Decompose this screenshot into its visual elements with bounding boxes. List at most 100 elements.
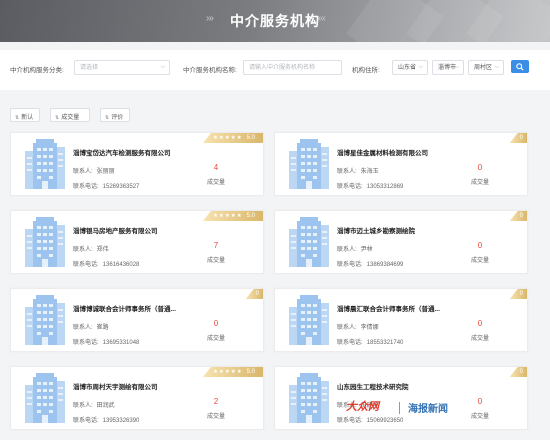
deals-count: 0 [477,397,483,406]
contact-label: 联系人: [73,403,93,409]
name-search-input[interactable]: 请输入中介服务机构名称 [243,60,342,75]
deals-count: 0 [477,241,483,250]
contact-row: 联系人: 李倩娜 [337,322,379,331]
contact-label: 联系人: [73,169,93,175]
phone-value: 13616436028 [102,262,140,268]
contact-row: 联系人: 郑伟 [73,244,109,253]
contact-value: 李倩娜 [360,325,379,331]
sort-deals-button[interactable]: ⇅ 成交量 [50,108,90,122]
phone-label: 联系电话: [337,184,363,190]
deals-count: 0 [213,319,219,328]
contact-row: 联系人: 田润武 [73,400,115,409]
building-icon [25,373,65,423]
agency-name[interactable]: 淄博宝岱达汽车检测服务有限公司 [73,147,171,157]
contact-row: 联系人: 崔路 [73,322,109,331]
phone-label: 联系电话: [73,418,99,424]
contact-row: 联系人: 张丽丽 [73,166,115,175]
contact-value: 郑伟 [96,247,109,253]
phone-row: 联系电话: 13869384699 [337,259,403,268]
contact-row: 联系人: 朱海玉 [337,166,379,175]
phone-label: 联系电话: [73,184,99,190]
agency-name[interactable]: 淄博星佳金属材料检测有限公司 [337,147,428,157]
rating-stars: ★★★★★ [213,135,243,141]
building-icon [25,139,65,189]
contact-row: 联系人: 尹林 [337,244,373,253]
rating-stars: ★★★★★ [213,213,243,219]
category-label: 中介机构服务分类: [10,67,64,74]
rating-ribbon: ★★★★★ 5.0 [203,211,263,221]
rating-value: 0 [255,291,259,297]
agency-card[interactable]: ★★★★★ 5.0 淄博宝岱达汽车检测服务有限公司 联系人: 张丽丽 联系电话: 15… [10,132,264,196]
rating-value: 5.0 [246,213,255,219]
rating-value: 0 [519,213,523,219]
rating-stars: ★★★★★ [213,369,243,375]
phone-value: 15069923650 [366,418,404,424]
rating-value: 5.0 [246,369,255,375]
deals-label: 成交量 [206,180,225,186]
deals-count: 7 [213,241,219,250]
filter-bar: 中介机构服务分类: 请选择 ⌵ 中介服务机构名称: 请输入中介服务机构名称 机构住… [0,50,550,90]
phone-value: 13869384699 [366,262,404,268]
deals-block: 7 成交量 [201,241,231,264]
deals-block: 0 成交量 [465,241,495,264]
deals-label: 成交量 [206,414,225,420]
rating-value: 0 [519,291,523,297]
phone-label: 联系电话: [337,418,363,424]
chevron-down-icon: ⌵ [160,64,165,70]
rating-value: 0 [519,369,523,375]
phone-row: 联系电话: 13616436028 [73,259,139,268]
contact-label: 联系人: [337,403,357,409]
agency-name[interactable]: 淄博博诚联合会计师事务所（普通... [73,303,176,313]
agency-name[interactable]: 淄博晨汇联合会计师事务所（普通... [337,303,440,313]
agency-card[interactable]: 0 山东园生工程技术研究院 联系人: 王建华 联系电话: 15069923650 0… [274,366,528,430]
building-icon [25,217,65,267]
province-select[interactable]: 山东省 ⌵ [392,60,428,75]
page-title: 中介服务机构 [230,13,320,29]
building-icon [289,295,329,345]
sort-icon: ⇅ [55,115,60,121]
contact-value: 张丽丽 [96,169,115,175]
agency-card[interactable]: ★★★★★ 5.0 淄博市周村天宇测绘有限公司 联系人: 田润武 联系电话: 1395… [10,366,264,430]
chevron-down-icon: ⌵ [494,64,499,70]
deals-block: 2 成交量 [201,397,231,420]
deals-count: 4 [213,163,219,172]
building-icon [289,139,329,189]
search-button[interactable] [511,60,529,73]
chevron-down-icon: ⌵ [454,64,459,70]
agency-card[interactable]: 0 淄博星佳金属材料检测有限公司 联系人: 朱海玉 联系电话: 1305331286… [274,132,528,196]
sort-rating-button[interactable]: ⇅ 评价 [100,108,130,122]
sort-new-button[interactable]: ⇅ 新认 [10,108,40,122]
phone-value: 13053312869 [366,184,404,190]
agency-name[interactable]: 淄博市周村天宇测绘有限公司 [73,381,158,391]
agency-card[interactable]: 0 淄博晨汇联合会计师事务所（普通... 联系人: 李倩娜 联系电话: 185533… [274,288,528,352]
phone-row: 联系电话: 13695331048 [73,337,139,346]
phone-row: 联系电话: 13953326390 [73,415,139,424]
agency-name[interactable]: 山东园生工程技术研究院 [337,381,409,391]
rating-value: 5.0 [246,135,255,141]
category-select[interactable]: 请选择 ⌵ [74,60,170,75]
phone-row: 联系电话: 15069923650 [337,415,403,424]
city-select[interactable]: 淄博市 ⌵ [432,60,464,75]
contact-row: 联系人: 王建华 [337,400,379,409]
page-banner: ››› 中介服务机构 ‹‹‹ [0,0,550,42]
agency-card[interactable]: ★★★★★ 5.0 淄博银马房地产服务有限公司 联系人: 郑伟 联系电话: 13616… [10,210,264,274]
deals-block: 4 成交量 [201,163,231,186]
agency-name[interactable]: 淄博银马房地产服务有限公司 [73,225,158,235]
deals-block: 0 成交量 [465,163,495,186]
district-select[interactable]: 周村区 ⌵ [468,60,504,75]
phone-value: 13695331048 [102,340,140,346]
contact-label: 联系人: [337,169,357,175]
deals-label: 成交量 [470,414,489,420]
rating-value: 0 [519,135,523,141]
deals-block: 0 成交量 [465,319,495,342]
deals-label: 成交量 [206,336,225,342]
agency-card[interactable]: 0 淄博博诚联合会计师事务所（普通... 联系人: 崔路 联系电话: 1369533… [10,288,264,352]
agency-card[interactable]: 0 淄博市迈土城乡勘察测绘院 联系人: 尹林 联系电话: 13869384699 0… [274,210,528,274]
rating-ribbon: ★★★★★ 5.0 [203,133,263,143]
rating-ribbon: 0 [509,211,527,221]
contact-value: 崔路 [96,325,109,331]
phone-label: 联系电话: [73,340,99,346]
agency-name[interactable]: 淄博市迈土城乡勘察测绘院 [337,225,415,235]
phone-row: 联系电话: 18553321740 [337,337,403,346]
sort-icon: ⇅ [15,115,20,121]
